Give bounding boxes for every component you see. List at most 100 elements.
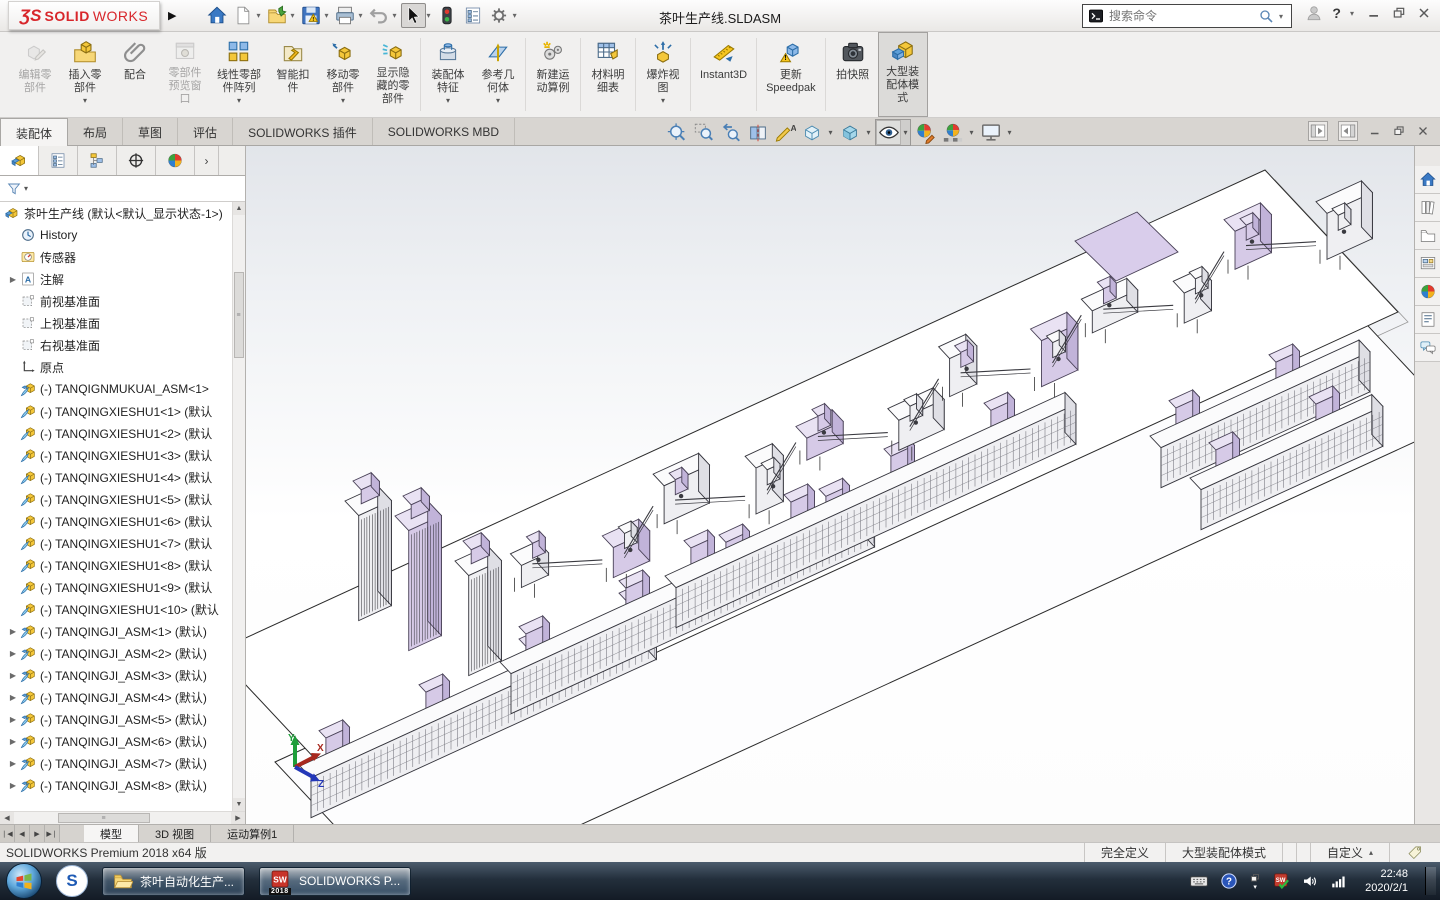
dropdown-caret[interactable]: ▾: [393, 11, 397, 20]
tab-solidworks-mbd[interactable]: SOLIDWORKS MBD: [373, 118, 515, 145]
tab-solidworks-addins[interactable]: SOLIDWORKS 插件: [233, 118, 373, 145]
start-button[interactable]: [6, 863, 42, 899]
expand-arrow-icon[interactable]: ▶: [6, 781, 20, 790]
ribbon-button-move-component[interactable]: 移动零 部件▾: [318, 32, 368, 117]
rebuild-icon[interactable]: [435, 3, 460, 28]
tree-item-front-plane[interactable]: 前视基准面: [0, 290, 232, 312]
dropdown-caret[interactable]: ▾: [661, 96, 665, 105]
previous-pane-icon[interactable]: [1308, 121, 1328, 141]
ribbon-button-large-assembly-mode[interactable]: 大型装 配体模 式: [878, 32, 928, 117]
doc-close-icon[interactable]: [1416, 124, 1430, 138]
zoom-to-fit-icon[interactable]: [664, 120, 689, 145]
previous-view-icon[interactable]: [718, 120, 743, 145]
tree-item-origin[interactable]: 原点: [0, 356, 232, 378]
ribbon-button-show-hidden-components[interactable]: 显示隐 藏的零 部件: [368, 32, 418, 117]
show-desktop-button[interactable]: [1425, 867, 1436, 896]
section-view-icon[interactable]: [745, 120, 770, 145]
tab-model[interactable]: 模型: [84, 825, 139, 842]
tree-horizontal-scrollbar[interactable]: ◀ ≡ ▶: [0, 811, 245, 824]
tree-filter-bar[interactable]: ▾: [0, 176, 245, 202]
network-signal-icon[interactable]: [1330, 872, 1348, 890]
featuremanager-tree-tab-icon[interactable]: [0, 146, 39, 175]
tree-item-component[interactable]: ▶(-) TANQINGJI_ASM<6> (默认): [0, 730, 232, 752]
open-document-icon[interactable]: [264, 3, 289, 28]
show-hidden-icons[interactable]: ▾: [1249, 872, 1261, 891]
solidworks-rx-tray-icon[interactable]: SW: [1272, 872, 1290, 890]
tree-item-component[interactable]: ▶(-) TANQINGJI_ASM<5> (默认): [0, 708, 232, 730]
expand-arrow-icon[interactable]: ▶: [6, 715, 20, 724]
tree-item-component[interactable]: ▶(-) TANQINGJI_ASM<7> (默认): [0, 752, 232, 774]
doc-minimize-icon[interactable]: [1368, 124, 1382, 138]
next-pane-icon[interactable]: [1338, 121, 1358, 141]
help-tray-icon[interactable]: ?: [1220, 872, 1238, 890]
close-icon[interactable]: [1416, 5, 1432, 21]
taskbar-folder-window[interactable]: 茶叶自动化生产...: [102, 867, 245, 896]
dropdown-caret[interactable]: ▾: [325, 11, 329, 20]
dropdown-caret[interactable]: ▾: [1005, 128, 1014, 137]
status-custom-dropdown[interactable]: 自定义▴: [1310, 843, 1389, 862]
search-icon[interactable]: [1258, 8, 1274, 24]
dropdown-caret[interactable]: ▾: [826, 128, 835, 137]
dropdown-caret[interactable]: ▾: [237, 96, 241, 105]
sogou-browser-icon[interactable]: S: [56, 865, 88, 897]
scroll-right-icon[interactable]: ▶: [231, 812, 245, 824]
dropdown-caret[interactable]: ▾: [513, 11, 517, 20]
previous-tab-icon[interactable]: ◀: [15, 825, 30, 842]
view-orientation-icon[interactable]: [799, 120, 824, 145]
file-explorer-icon[interactable]: [1415, 222, 1440, 250]
scroll-up-icon[interactable]: ▲: [233, 202, 245, 215]
scrollbar-thumb[interactable]: ≡: [234, 272, 244, 358]
tree-item-component[interactable]: ▶(-) TANQINGJI_ASM<3> (默认): [0, 664, 232, 686]
ribbon-button-bill-of-materials[interactable]: 材料明 细表: [583, 32, 633, 117]
annotation-visibility-icon[interactable]: A: [772, 120, 797, 145]
ribbon-button-instant3d[interactable]: Instant3D: [693, 32, 754, 117]
tree-item-component[interactable]: (-) TANQINGXIESHU1<10> (默认: [0, 598, 232, 620]
dimxpert-manager-tab-icon[interactable]: [117, 146, 156, 175]
ribbon-button-component-preview-window[interactable]: 零部件 预览窗 口: [160, 32, 210, 117]
tree-root[interactable]: 茶叶生产线 (默认<默认_显示状态-1>): [0, 202, 232, 224]
edit-appearance-icon[interactable]: [913, 120, 938, 145]
tree-item-component[interactable]: ▶(-) TANQINGJI_ASM<1> (默认): [0, 620, 232, 642]
tree-item-component[interactable]: (-) TANQINGXIESHU1<6> (默认: [0, 510, 232, 532]
expand-arrow-icon[interactable]: ▶: [6, 649, 20, 658]
tree-item-component[interactable]: (-) TANQINGXIESHU1<4> (默认: [0, 466, 232, 488]
tab-evaluate[interactable]: 评估: [178, 118, 233, 145]
menu-flyout-arrow-icon[interactable]: ▶: [168, 9, 176, 22]
filter-funnel-icon[interactable]: [6, 181, 22, 197]
help-button[interactable]: ?: [1332, 5, 1341, 21]
dropdown-caret[interactable]: ▾: [256, 11, 260, 20]
hide-show-items-icon[interactable]: [876, 120, 901, 145]
volume-icon[interactable]: [1301, 872, 1319, 890]
taskbar-clock[interactable]: 22:48 2020/2/1: [1359, 867, 1414, 896]
expand-arrow-icon[interactable]: ▶: [6, 759, 20, 768]
doc-restore-icon[interactable]: [1392, 124, 1406, 138]
expand-arrow-icon[interactable]: ▶: [6, 627, 20, 636]
tree-item-right-plane[interactable]: 右视基准面: [0, 334, 232, 356]
tree-item-history[interactable]: History: [0, 224, 232, 246]
custom-properties-icon[interactable]: [1415, 306, 1440, 334]
ribbon-button-assembly-features[interactable]: 装配体 特征▾: [423, 32, 473, 117]
ribbon-button-exploded-view[interactable]: 爆炸视 图▾: [638, 32, 688, 117]
expand-arrow-icon[interactable]: ▶: [6, 275, 20, 284]
expand-arrow-icon[interactable]: ▶: [6, 737, 20, 746]
tab-3d-views[interactable]: 3D 视图: [139, 825, 211, 842]
solidworks-forum-icon[interactable]: [1415, 334, 1440, 362]
home-icon[interactable]: [204, 3, 229, 28]
tree-item-component[interactable]: (-) TANQINGXIESHU1<3> (默认: [0, 444, 232, 466]
tree-item-top-plane[interactable]: 上视基准面: [0, 312, 232, 334]
tree-item-component[interactable]: ▶(-) TANQINGJI_ASM<4> (默认): [0, 686, 232, 708]
tab-motion-study-1[interactable]: 运动算例1: [211, 825, 294, 842]
file-properties-icon[interactable]: [461, 3, 486, 28]
dropdown-caret[interactable]: ▾: [290, 11, 294, 20]
ribbon-button-smart-fasteners[interactable]: 智能扣 件: [268, 32, 318, 117]
dropdown-caret[interactable]: ▾: [341, 96, 345, 105]
scroll-down-icon[interactable]: ▼: [233, 798, 245, 811]
ribbon-button-take-snapshot[interactable]: 拍快照: [828, 32, 878, 117]
taskbar-solidworks-window[interactable]: SW2018 SOLIDWORKS P...: [259, 867, 411, 896]
search-input[interactable]: [1109, 9, 1253, 23]
display-manager-tab-icon[interactable]: [156, 146, 195, 175]
tree-item-component[interactable]: (-) TANQINGXIESHU1<9> (默认: [0, 576, 232, 598]
tree-vertical-scrollbar[interactable]: ▲ ≡ ▼: [232, 202, 245, 811]
tab-assembly[interactable]: 装配体: [0, 118, 68, 146]
display-style-icon[interactable]: [837, 120, 862, 145]
